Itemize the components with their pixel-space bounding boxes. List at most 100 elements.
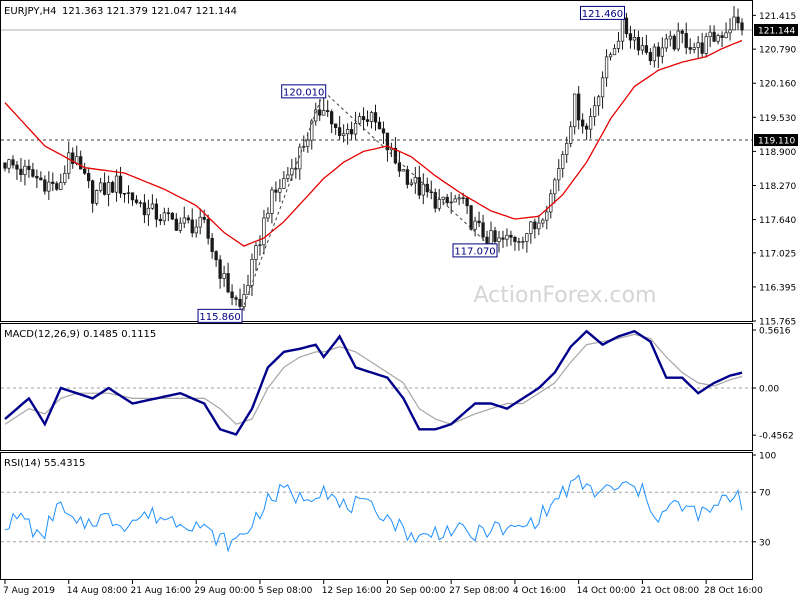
time-tick-label: 14 Oct 00:00 — [577, 586, 636, 596]
candle-body — [580, 119, 585, 127]
candle-body — [369, 112, 374, 122]
candle — [696, 35, 700, 58]
candle-body — [51, 181, 55, 184]
candle-body — [397, 162, 402, 172]
candle — [353, 111, 358, 140]
candle-body — [600, 77, 605, 98]
candle-body — [549, 193, 553, 213]
rsi-tick-label: 30 — [759, 538, 771, 548]
candle — [302, 135, 306, 152]
candle — [740, 18, 744, 36]
candle — [146, 199, 151, 226]
price-axis: 121.415 120.790 120.160 119.530 118.900 118.2… — [752, 12, 798, 328]
candle — [326, 100, 330, 117]
candle-body — [537, 222, 541, 230]
macd-title: MACD(12,26,9) 0.1485 0.1115 — [4, 329, 156, 340]
candle-body — [19, 168, 23, 175]
candle-body — [612, 48, 617, 56]
candle — [345, 123, 350, 145]
candle-body — [457, 197, 461, 200]
candle-body — [306, 139, 310, 147]
candle-body — [286, 174, 290, 179]
candle — [373, 104, 378, 131]
candle — [67, 141, 71, 180]
macd-line — [4, 329, 743, 436]
time-tick-label: 12 Sep 16:00 — [322, 586, 382, 596]
candle — [433, 188, 437, 213]
candle — [608, 52, 613, 61]
candle-body — [628, 33, 633, 41]
candle — [477, 211, 481, 228]
candle-body — [736, 16, 740, 24]
candle-body — [194, 226, 198, 234]
candle-body — [31, 169, 35, 177]
candle — [226, 262, 230, 294]
macd-tick-label: -0.4562 — [759, 432, 794, 442]
candle-body — [357, 116, 362, 124]
candle-body — [326, 110, 330, 112]
candle — [51, 172, 55, 192]
candle — [640, 37, 645, 55]
candle-body — [39, 177, 43, 181]
candle — [94, 189, 99, 206]
candle — [11, 155, 15, 169]
candle-body — [453, 198, 457, 203]
candle-body — [445, 196, 449, 204]
candle-body — [341, 133, 346, 136]
candle — [465, 196, 469, 214]
candle-body — [110, 182, 115, 193]
candle-body — [413, 177, 417, 184]
candle-body — [644, 45, 649, 53]
candle — [334, 123, 338, 135]
candle — [553, 177, 557, 204]
chart-canvas: ActionForex.com 120.010 115.860 117.070 121… — [0, 0, 798, 596]
candle-body — [162, 212, 167, 222]
candle-body — [505, 234, 509, 240]
candle — [577, 86, 581, 130]
candle-body — [130, 192, 135, 201]
candle — [628, 25, 633, 49]
candle-body — [648, 52, 653, 62]
candle — [600, 71, 605, 109]
candle — [596, 94, 601, 116]
candle-body — [545, 211, 549, 221]
price-tick-label: 119.530 — [759, 114, 796, 124]
candle-body — [385, 132, 390, 151]
candle — [445, 193, 449, 206]
candle — [525, 232, 529, 253]
candle-body — [278, 188, 282, 193]
candle — [529, 220, 533, 244]
candle — [569, 121, 573, 148]
macd-group: 0.5616 0.00 -0.4562 — [1, 327, 794, 442]
candle — [684, 22, 688, 55]
candle-body — [15, 164, 19, 170]
level-annotation-label: 117.070 — [454, 246, 495, 257]
candle-body — [525, 233, 529, 242]
candle — [381, 121, 386, 145]
time-tick-label: 7 Aug 2019 — [3, 586, 55, 596]
candle — [509, 230, 513, 246]
candle-body — [258, 244, 262, 246]
candle — [110, 180, 115, 194]
candle — [401, 169, 406, 172]
candle-body — [67, 152, 71, 174]
candle-body — [425, 183, 429, 193]
candle-body — [632, 37, 637, 41]
candle — [27, 159, 31, 178]
time-tick-label: 21 Oct 08:00 — [640, 586, 699, 596]
candle — [254, 242, 258, 271]
candle — [580, 113, 585, 134]
candle — [716, 33, 720, 45]
candle — [361, 107, 366, 131]
candle-body — [242, 294, 246, 307]
candle — [218, 255, 222, 289]
time-tick-label: 14 Aug 08:00 — [67, 586, 128, 596]
candle — [19, 157, 23, 182]
candle — [286, 166, 290, 183]
candle — [644, 34, 649, 55]
candle — [369, 110, 374, 129]
candle-body — [712, 31, 716, 42]
candle — [47, 171, 51, 200]
candle-body — [222, 273, 226, 279]
macd-tick-label: 0.00 — [759, 385, 779, 395]
